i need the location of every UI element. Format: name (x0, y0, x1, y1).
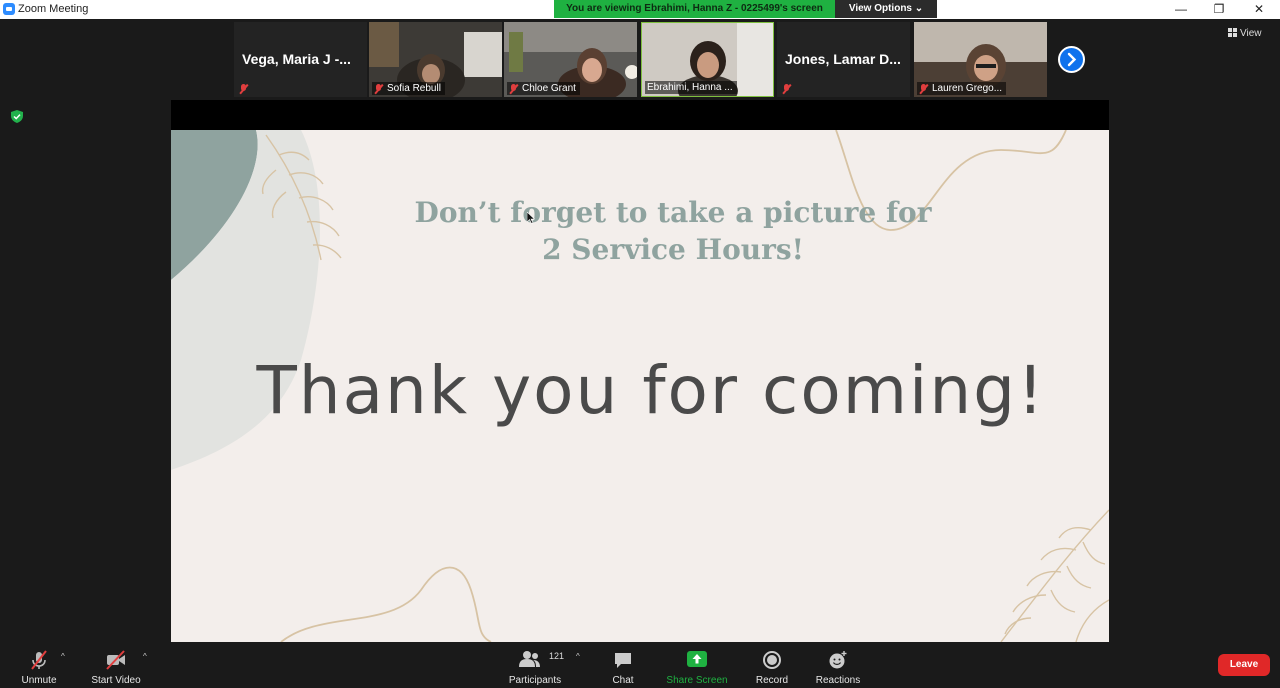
start-video-button[interactable]: Start Video (86, 648, 146, 686)
security-shield-icon[interactable] (11, 110, 23, 123)
grid-view-icon (1228, 28, 1237, 37)
participant-label (780, 82, 795, 95)
video-off-icon (106, 650, 125, 670)
chat-label: Chat (612, 675, 634, 686)
participant-tile[interactable]: Chloe Grant (504, 22, 637, 97)
record-icon (763, 651, 781, 669)
participant-tile-active-speaker[interactable]: Ebrahimi, Hanna ... (641, 22, 774, 97)
next-participants-button[interactable] (1058, 46, 1085, 73)
participant-tile[interactable]: Vega, Maria J -... (234, 22, 367, 97)
record-button[interactable]: Record (747, 648, 797, 686)
participant-name: Vega, Maria J -... (242, 51, 351, 67)
slide-headline: Thank you for coming! (256, 352, 1046, 429)
view-options-button[interactable]: View Options ⌄ (835, 0, 937, 18)
window-title: Zoom Meeting (18, 3, 89, 15)
mic-muted-icon (31, 650, 47, 670)
participant-label: Chloe Grant (507, 82, 580, 95)
participants-icon (519, 651, 541, 667)
chat-button[interactable]: Chat (598, 648, 648, 686)
share-screen-label: Share Screen (666, 675, 728, 686)
participant-label: Lauren Grego... (917, 82, 1007, 95)
participants-label: Participants (508, 675, 562, 686)
viewing-screen-banner: You are viewing Ebrahimi, Hanna Z - 0225… (554, 0, 835, 18)
participant-name: Jones, Lamar D... (785, 51, 901, 67)
participant-label: Sofia Rebull (372, 82, 445, 95)
view-button[interactable]: View (1228, 26, 1274, 42)
participants-options-caret[interactable]: ^ (576, 652, 580, 661)
reactions-button[interactable]: Reactions (810, 648, 866, 686)
reactions-label: Reactions (815, 675, 861, 686)
mic-muted-icon (782, 83, 791, 94)
participant-tile[interactable]: Lauren Grego... (914, 22, 1047, 97)
shared-screen-top-bar (171, 100, 1109, 130)
share-screen-icon (687, 651, 707, 667)
shared-slide: Don’t forget to take a picture for 2 Ser… (171, 130, 1109, 642)
window-titlebar: Zoom Meeting You are viewing Ebrahimi, H… (0, 0, 1280, 19)
unmute-label: Unmute (21, 675, 57, 686)
participant-label: Ebrahimi, Hanna ... (645, 81, 737, 94)
mouse-cursor-icon (527, 212, 535, 224)
participant-tile[interactable]: Sofia Rebull (369, 22, 502, 97)
mic-muted-icon (374, 83, 383, 94)
reactions-icon (829, 651, 847, 669)
audio-options-caret[interactable]: ^ (61, 652, 65, 661)
start-video-label: Start Video (91, 675, 141, 686)
close-button[interactable]: ✕ (1240, 0, 1278, 19)
chevron-right-icon (1067, 52, 1077, 67)
slide-subtitle: Don’t forget to take a picture for 2 Ser… (414, 196, 932, 266)
participant-label (237, 82, 252, 95)
unmute-button[interactable]: Unmute (14, 648, 64, 686)
share-screen-button[interactable]: Share Screen (664, 648, 730, 686)
mic-muted-icon (239, 83, 248, 94)
restore-button[interactable]: ❐ (1200, 0, 1238, 19)
mic-muted-icon (509, 83, 518, 94)
mic-muted-icon (919, 83, 928, 94)
chat-icon (615, 653, 631, 668)
participant-tile[interactable]: Jones, Lamar D... (777, 22, 910, 97)
leave-button[interactable]: Leave (1218, 654, 1270, 676)
participants-count: 121 (549, 651, 565, 661)
minimize-button[interactable]: — (1162, 0, 1200, 19)
video-options-caret[interactable]: ^ (143, 652, 147, 661)
zoom-app-icon (3, 3, 15, 15)
record-label: Record (755, 675, 789, 686)
